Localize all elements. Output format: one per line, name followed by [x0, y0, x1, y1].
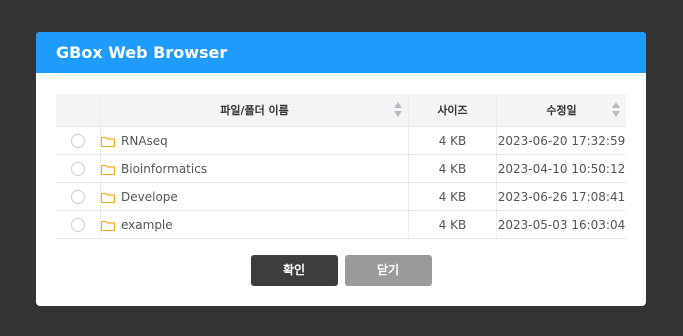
folder-icon: [101, 136, 115, 147]
sort-icon[interactable]: [394, 102, 402, 118]
folder-icon: [101, 164, 115, 175]
file-size: 4 KB: [408, 210, 497, 239]
file-browser-dialog: GBox Web Browser 파일/폴더 이름 사이즈 수정일 RNAseq…: [36, 32, 646, 306]
name-column-label: 파일/폴더 이름: [220, 104, 289, 117]
table-row[interactable]: example 4 KB 2023-05-03 16:03:04: [56, 210, 626, 239]
file-size: 4 KB: [408, 182, 497, 211]
file-name[interactable]: RNAseq: [121, 134, 168, 148]
row-select-radio[interactable]: [71, 217, 85, 232]
file-name[interactable]: Bioinformatics: [121, 162, 207, 176]
table-row[interactable]: RNAseq 4 KB 2023-06-20 17:32:59: [56, 126, 626, 155]
row-select-radio[interactable]: [71, 133, 85, 148]
dialog-title: GBox Web Browser: [36, 32, 646, 73]
file-table: 파일/폴더 이름 사이즈 수정일 RNAseq 4 KB 2023-06-20 …: [56, 94, 626, 239]
file-modified: 2023-06-20 17:32:59: [496, 126, 626, 155]
file-size: 4 KB: [408, 126, 497, 155]
table-header-row: 파일/폴더 이름 사이즈 수정일: [56, 94, 626, 127]
file-modified: 2023-04-10 10:50:12: [496, 154, 626, 183]
row-select-radio[interactable]: [71, 189, 85, 204]
file-modified: 2023-05-03 16:03:04: [496, 210, 626, 239]
modified-column-header[interactable]: 수정일: [496, 94, 626, 127]
file-size: 4 KB: [408, 154, 497, 183]
select-column-header: [56, 94, 101, 127]
file-name[interactable]: Develope: [121, 190, 178, 204]
confirm-button[interactable]: 확인: [250, 255, 338, 286]
name-column-header[interactable]: 파일/폴더 이름: [100, 94, 409, 127]
folder-icon: [101, 192, 115, 203]
close-button[interactable]: 닫기: [344, 255, 432, 286]
table-row[interactable]: Bioinformatics 4 KB 2023-04-10 10:50:12: [56, 154, 626, 183]
row-select-radio[interactable]: [71, 161, 85, 176]
modified-column-label: 수정일: [546, 104, 577, 117]
file-modified: 2023-06-26 17:08:41: [496, 182, 626, 211]
dialog-buttons: 확인 닫기: [36, 255, 646, 286]
size-column-label: 사이즈: [437, 104, 468, 117]
sort-icon[interactable]: [612, 102, 620, 118]
size-column-header: 사이즈: [408, 94, 497, 127]
file-name[interactable]: example: [121, 218, 173, 232]
table-row[interactable]: Develope 4 KB 2023-06-26 17:08:41: [56, 182, 626, 211]
folder-icon: [101, 220, 115, 231]
